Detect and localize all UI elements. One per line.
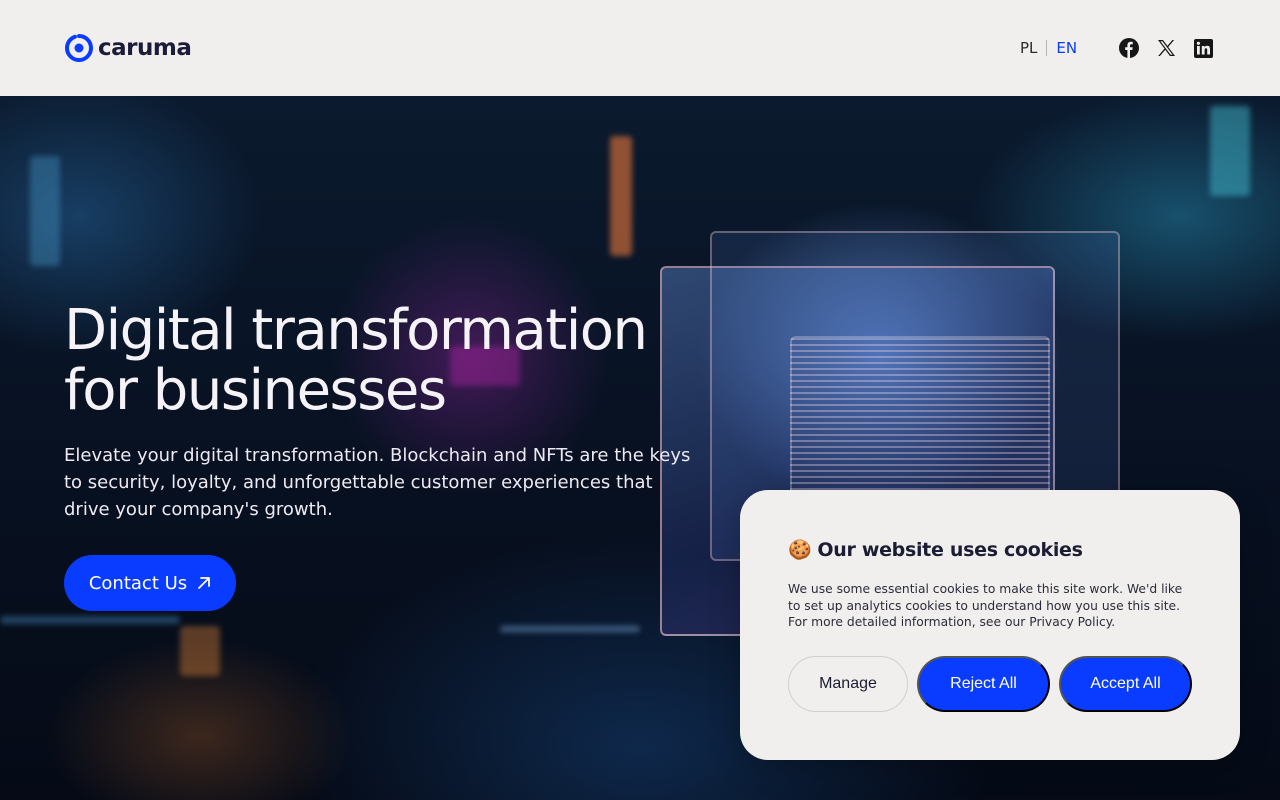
bg-light-streak xyxy=(1210,106,1250,196)
manage-cookies-button[interactable]: Manage xyxy=(788,656,908,712)
site-header: caruma PL EN xyxy=(0,0,1280,96)
hero-description: Elevate your digital transformation. Blo… xyxy=(64,445,691,520)
reject-all-button[interactable]: Reject All xyxy=(917,656,1050,712)
bg-light-streak xyxy=(30,156,60,266)
caruma-logo-icon xyxy=(65,34,93,62)
lang-pl[interactable]: PL xyxy=(1020,39,1037,57)
cookie-icon: 🍪 xyxy=(788,539,812,561)
bg-light-streak xyxy=(500,626,640,632)
bg-light-streak xyxy=(610,136,632,256)
facebook-icon[interactable] xyxy=(1119,37,1139,59)
contact-us-button[interactable]: Contact Us xyxy=(64,555,236,611)
accept-all-button[interactable]: Accept All xyxy=(1059,656,1192,712)
linkedin-icon[interactable] xyxy=(1193,37,1213,59)
cookie-description: We use some essential cookies to make th… xyxy=(788,582,1183,629)
x-twitter-icon[interactable] xyxy=(1156,37,1176,59)
lang-separator xyxy=(1046,40,1048,56)
cookie-title-text: Our website uses cookies xyxy=(817,538,1083,561)
language-switcher: PL EN xyxy=(1020,38,1077,58)
social-links xyxy=(1119,37,1213,59)
arrow-up-right-icon xyxy=(198,577,211,589)
box-inner-panel xyxy=(790,336,1050,496)
cookie-title: 🍪 Our website uses cookies xyxy=(788,538,1083,562)
bg-light-streak xyxy=(0,616,180,624)
contact-us-label: Contact Us xyxy=(88,572,188,594)
lang-en[interactable]: EN xyxy=(1056,39,1077,57)
hero-title-line1: Digital transformation xyxy=(64,298,648,363)
caruma-logo[interactable]: caruma xyxy=(64,33,192,63)
cookie-consent-dialog: 🍪 Our website uses cookies We use some e… xyxy=(740,490,1240,760)
logo-wordmark: caruma xyxy=(98,35,192,61)
bg-light-streak xyxy=(180,626,220,676)
hero-title: Digital transformation for businesses xyxy=(64,301,704,421)
hero-title-line2: for businesses xyxy=(64,358,447,423)
